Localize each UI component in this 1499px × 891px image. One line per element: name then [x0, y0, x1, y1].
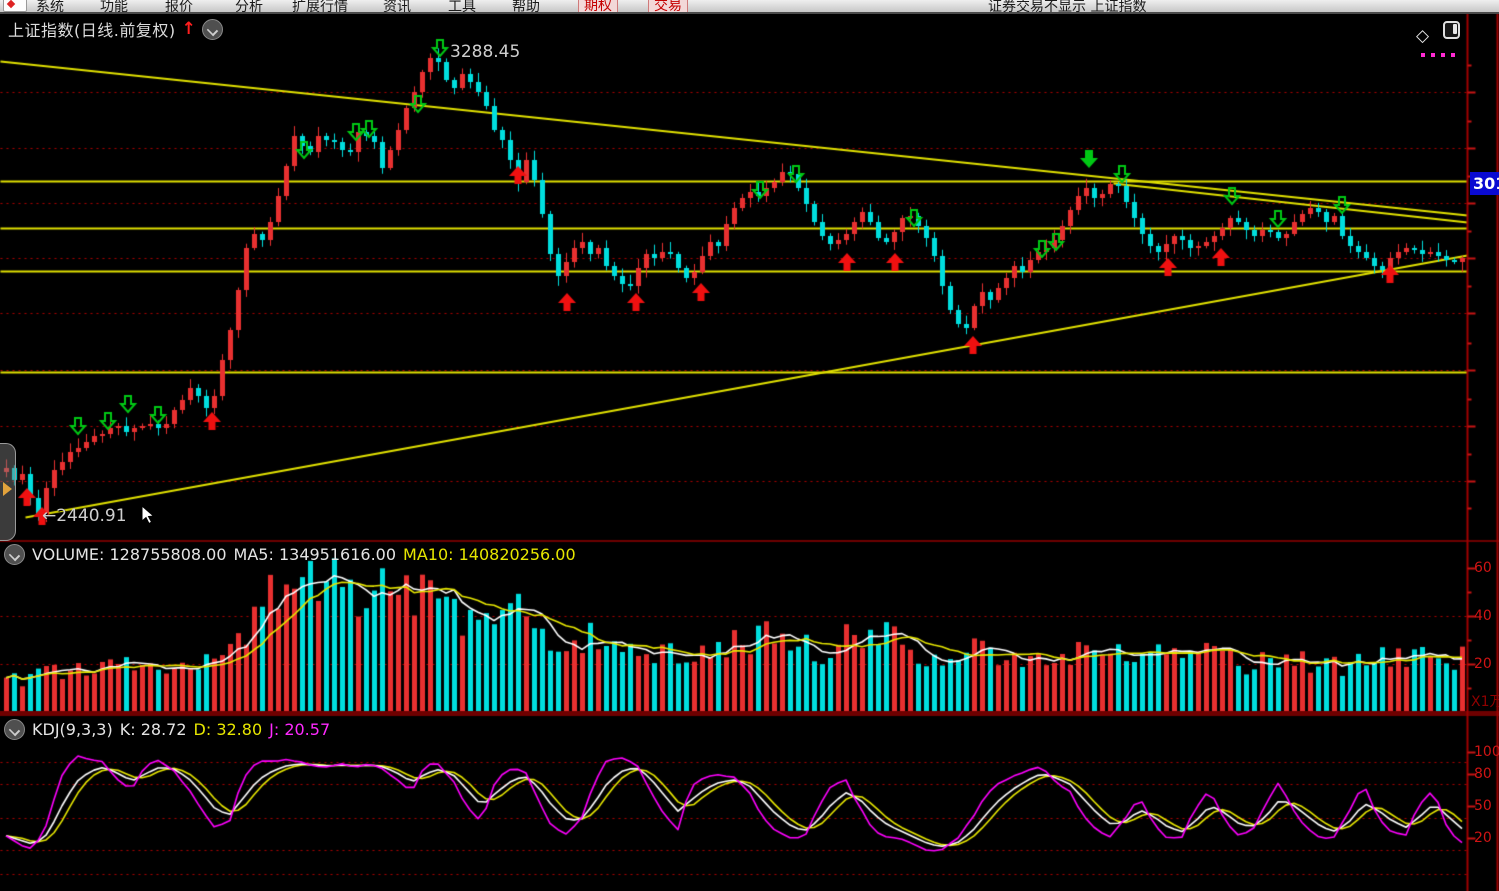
volume-value: VOLUME: 128755808.00 — [32, 545, 227, 564]
high-price-label: 3288.45 — [450, 42, 520, 62]
menu-item-extended[interactable]: 扩展行情 — [292, 0, 348, 14]
volume-ma10: MA10: 140820256.00 — [403, 545, 576, 564]
menu-right-status: 证券交易不显示 上证指数 — [988, 0, 1146, 14]
chart-canvas[interactable] — [0, 0, 1499, 891]
trend-up-icon: ↑ — [182, 21, 196, 38]
mouse-cursor — [141, 505, 157, 525]
drawer-arrow-icon — [3, 482, 12, 496]
volume-axis-40: 40 — [1474, 608, 1492, 624]
page-title: 上证指数(日线.前复权) — [8, 17, 176, 41]
kdj-axis-80: 80 — [1474, 766, 1492, 782]
menu-bar: 系统 功能 报价 分析 扩展行情 资讯 工具 帮助 期权 交易 证券交易不显示 … — [0, 0, 1499, 14]
trading-terminal: 系统 功能 报价 分析 扩展行情 资讯 工具 帮助 期权 交易 证券交易不显示 … — [0, 0, 1499, 891]
kdj-label: KDJ(9,3,3) — [32, 720, 113, 739]
magenta-dots-icon — [1421, 42, 1473, 46]
volume-header: VOLUME: 128755808.00 MA5: 134951616.00 M… — [4, 544, 576, 565]
volume-unit-label: X1万 — [1471, 691, 1499, 711]
menu-item-trade[interactable]: 交易 — [648, 0, 688, 14]
menu-item-options[interactable]: 期权 — [578, 0, 618, 14]
kdj-d-value: D: 32.80 — [194, 720, 263, 739]
menu-item-function[interactable]: 功能 — [100, 0, 128, 14]
window-controls: ◇ — [1416, 21, 1460, 46]
menu-item-analysis[interactable]: 分析 — [235, 0, 263, 14]
app-logo-icon[interactable] — [3, 0, 27, 12]
panel-layout-icon[interactable] — [1443, 21, 1460, 39]
menu-item-tools[interactable]: 工具 — [448, 0, 476, 14]
kdj-k-value: K: 28.72 — [120, 720, 187, 739]
kdj-header: KDJ(9,3,3) K: 28.72 D: 32.80 J: 20.57 — [4, 719, 330, 740]
menu-item-news[interactable]: 资讯 — [383, 0, 411, 14]
volume-axis-60: 60 — [1474, 560, 1492, 576]
menu-item-help[interactable]: 帮助 — [512, 0, 540, 14]
volume-ma5: MA5: 134951616.00 — [234, 545, 396, 564]
current-price-box: 3012 — [1470, 172, 1499, 195]
collapse-chevron-icon[interactable] — [4, 544, 25, 565]
low-price-label: ←2440.91 — [42, 506, 127, 526]
kdj-axis-100: 100 — [1474, 744, 1499, 760]
kdj-axis-50: 50 — [1474, 798, 1492, 814]
menu-item-quotes[interactable]: 报价 — [165, 0, 193, 14]
volume-axis-20: 20 — [1474, 656, 1492, 672]
collapse-chevron-icon[interactable] — [4, 719, 25, 740]
left-drawer-handle[interactable] — [0, 443, 16, 541]
kdj-axis-20: 20 — [1474, 830, 1492, 846]
collapse-chevron-icon[interactable] — [202, 19, 223, 40]
chart-title-bar: 上证指数(日线.前复权) ↑ — [8, 17, 223, 41]
kdj-j-value: J: 20.57 — [269, 720, 330, 739]
menu-item-system[interactable]: 系统 — [36, 0, 64, 14]
